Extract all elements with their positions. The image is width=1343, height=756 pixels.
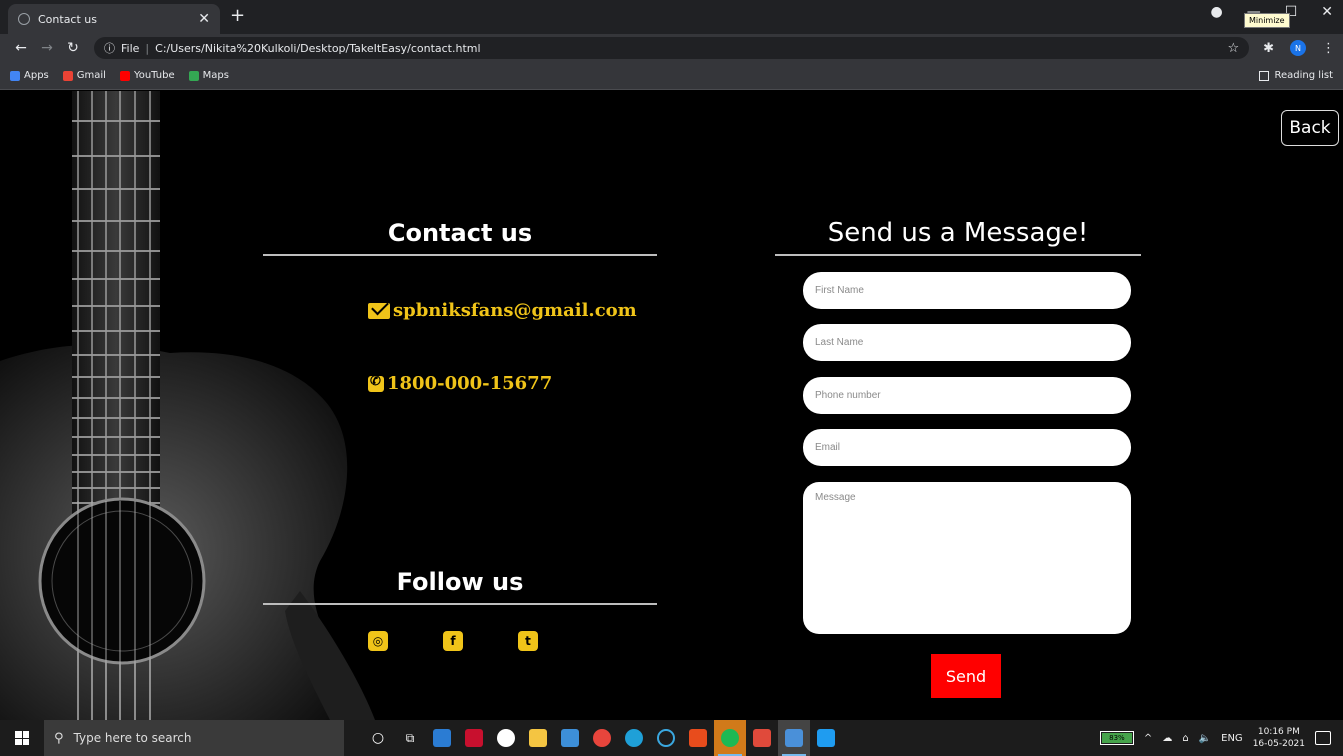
- address-prefix: File: [121, 41, 140, 55]
- bookmark-youtube[interactable]: YouTube: [119, 70, 175, 81]
- phone-contact[interactable]: 1800-000-15677: [368, 373, 552, 394]
- browser-tab-strip: Contact us ✕ + ● — ☐ ✕ Minimize: [0, 0, 1343, 34]
- envelope-icon: [368, 302, 390, 319]
- contact-page: Back Contact us spbniksfans@gmail.com 18…: [0, 91, 1343, 720]
- last-name-field[interactable]: [803, 324, 1131, 361]
- email-field[interactable]: [803, 429, 1131, 466]
- maps-icon: [188, 70, 199, 81]
- puzzle-icon[interactable]: ✱: [1263, 41, 1274, 56]
- tab-title: Contact us: [38, 12, 97, 26]
- bookmark-gmail[interactable]: Gmail: [62, 70, 106, 81]
- first-name-field[interactable]: [803, 272, 1131, 309]
- address-separator: |: [145, 41, 150, 55]
- close-tab-icon[interactable]: ✕: [198, 11, 210, 27]
- network-icon[interactable]: ⌂: [1182, 733, 1188, 744]
- guitar-background-image: [0, 91, 375, 720]
- back-arrow-icon[interactable]: ←: [8, 40, 34, 56]
- edge-icon[interactable]: [618, 720, 650, 756]
- cortana-icon[interactable]: ○: [362, 720, 394, 756]
- apps-grid-icon: [10, 70, 20, 81]
- bookmark-label: Maps: [202, 70, 229, 81]
- contact-heading: Contact us: [387, 219, 533, 247]
- taskbar-apps: ○ ⧉: [362, 720, 842, 756]
- profile-avatar[interactable]: N: [1290, 40, 1306, 56]
- clock-time: 10:16 PM: [1257, 727, 1300, 737]
- message-textarea[interactable]: [803, 482, 1131, 634]
- battery-icon[interactable]: 83%: [1099, 731, 1134, 745]
- address-url[interactable]: C:/Users/Nikita%20Kulkoli/Desktop/TakeIt…: [155, 42, 480, 55]
- windows-taskbar: ⚲ Type here to search ○ ⧉ 83% ^ ☁ ⌂ 🔈 EN…: [0, 720, 1343, 756]
- extensions-area: ✱ N ⋮: [1263, 40, 1335, 56]
- follow-heading: Follow us: [396, 568, 524, 596]
- twitter-icon[interactable]: t: [518, 631, 538, 651]
- close-window-button[interactable]: ✕: [1321, 4, 1333, 20]
- app-circle-icon[interactable]: [490, 720, 522, 756]
- taskbar-search-placeholder: Type here to search: [73, 731, 192, 745]
- onedrive-icon[interactable]: ☁: [1162, 733, 1172, 744]
- system-tray: 83% ^ ☁ ⌂ 🔈 ENG 10:16 PM 16-05-2021: [1099, 726, 1343, 750]
- email-contact[interactable]: spbniksfans@gmail.com: [368, 300, 637, 321]
- bookmark-label: YouTube: [133, 70, 175, 81]
- browser-toolbar: ← → ↻ ⓘ File | C:/Users/Nikita%20Kulkoli…: [0, 34, 1343, 62]
- reading-list-button[interactable]: Reading list: [1258, 70, 1333, 81]
- vscode-icon[interactable]: [810, 720, 842, 756]
- reading-list-label: Reading list: [1274, 70, 1333, 81]
- address-bar[interactable]: ⓘ File | C:/Users/Nikita%20Kulkoli/Deskt…: [94, 37, 1250, 59]
- app-l-icon[interactable]: [426, 720, 458, 756]
- email-text: spbniksfans@gmail.com: [393, 300, 637, 321]
- bookmark-star-icon[interactable]: ☆: [1227, 41, 1239, 56]
- bookmark-apps[interactable]: Apps: [10, 70, 49, 81]
- phone-icon: [368, 374, 384, 392]
- globe-icon: [18, 13, 30, 25]
- search-icon: ⚲: [54, 730, 64, 746]
- back-button[interactable]: Back: [1281, 110, 1339, 146]
- bookmark-maps[interactable]: Maps: [188, 70, 229, 81]
- volume-icon[interactable]: 🔈: [1199, 733, 1211, 744]
- message-divider: [775, 254, 1141, 256]
- phone-number-field[interactable]: [803, 377, 1131, 414]
- new-tab-button[interactable]: +: [230, 5, 245, 26]
- menu-dots-icon[interactable]: ⋮: [1322, 41, 1335, 56]
- task-view-icon[interactable]: ⧉: [394, 720, 426, 756]
- taskbar-search[interactable]: ⚲ Type here to search: [44, 720, 344, 756]
- reading-list-icon: [1258, 70, 1269, 81]
- reload-icon[interactable]: ↻: [60, 40, 86, 56]
- send-button[interactable]: Send: [931, 654, 1001, 698]
- notification-icon[interactable]: [1315, 731, 1331, 745]
- youtube-icon: [119, 70, 130, 81]
- bookmark-label: Apps: [24, 70, 49, 81]
- clock[interactable]: 10:16 PM 16-05-2021: [1253, 726, 1305, 750]
- gmail-icon: [62, 70, 73, 81]
- office-icon[interactable]: [682, 720, 714, 756]
- minimize-tooltip: Minimize: [1244, 13, 1290, 28]
- bookmark-label: Gmail: [76, 70, 106, 81]
- info-icon[interactable]: ⓘ: [104, 40, 115, 56]
- instagram-icon[interactable]: ◎: [368, 631, 388, 651]
- file-explorer-icon[interactable]: [522, 720, 554, 756]
- app-ring-icon[interactable]: [650, 720, 682, 756]
- facebook-icon[interactable]: f: [443, 631, 463, 651]
- clock-date: 16-05-2021: [1252, 739, 1305, 749]
- language-indicator[interactable]: ENG: [1221, 733, 1243, 744]
- app-paint-icon[interactable]: [746, 720, 778, 756]
- contact-divider: [263, 254, 657, 256]
- mcafee-icon[interactable]: [458, 720, 490, 756]
- tray-overflow-icon[interactable]: ^: [1144, 733, 1152, 744]
- store-icon[interactable]: [554, 720, 586, 756]
- follow-divider: [263, 603, 657, 605]
- spotify-icon[interactable]: [714, 720, 746, 756]
- message-heading: Send us a Message!: [827, 218, 1089, 248]
- phone-text: 1800-000-15677: [387, 373, 553, 394]
- chrome-icon[interactable]: [586, 720, 618, 756]
- forward-arrow-icon[interactable]: →: [34, 40, 60, 56]
- browser-tab[interactable]: Contact us ✕: [8, 4, 220, 34]
- chrome-active-icon[interactable]: [778, 720, 810, 756]
- extension-icon[interactable]: ●: [1210, 4, 1222, 20]
- bookmarks-bar: Apps Gmail YouTube Maps Reading list: [0, 62, 1343, 90]
- windows-start-icon[interactable]: [0, 720, 44, 756]
